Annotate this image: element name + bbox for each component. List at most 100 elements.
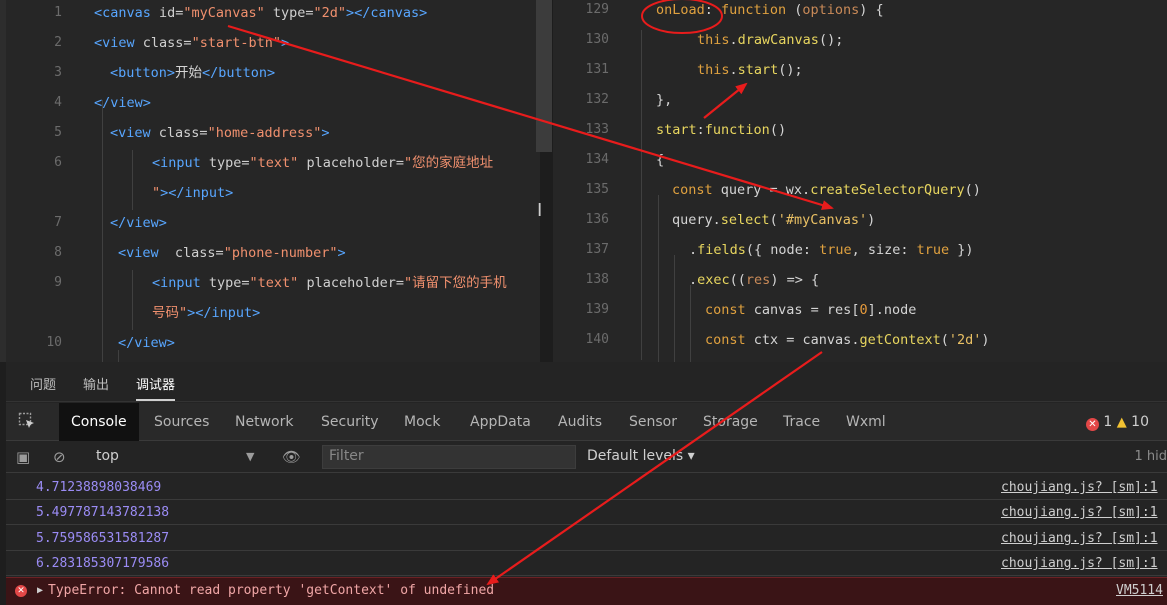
warning-count: 10 (1131, 414, 1149, 430)
code-line[interactable]: 6 <input type="text" placeholder="您的家庭地址 (6, 148, 540, 178)
code-line[interactable]: 137 .fields({ node: true, size: true }) (553, 235, 1167, 265)
error-source-link[interactable]: VM5114 (1116, 578, 1163, 604)
right-editor-pane[interactable]: 129 onLoad: function (options) {130 this.d… (553, 0, 1167, 362)
log-source-link[interactable]: choujiang.js? [sm]:1 (1001, 551, 1158, 576)
code-text: { (656, 152, 665, 168)
code-line[interactable]: 129 onLoad: function (options) { (553, 0, 1167, 25)
tab-security[interactable]: Security (321, 414, 379, 430)
error-message: TypeError: Cannot read property 'getCont… (48, 583, 495, 598)
tab-mock[interactable]: Mock (404, 414, 440, 430)
tab-network[interactable]: Network (235, 414, 293, 430)
error-log-row[interactable]: ✕ ▶ TypeError: Cannot read property 'get… (6, 577, 1167, 605)
code-text: .exec((res) => { (689, 272, 820, 288)
code-line[interactable]: 1 <canvas id="myCanvas" type="2d"></canva… (6, 0, 540, 28)
line-number: 132 (585, 92, 609, 107)
code-line[interactable]: 138 .exec((res) => { (553, 265, 1167, 295)
hidden-count: 1 hid (1134, 449, 1167, 464)
tab-debugger[interactable]: 调试器 (136, 374, 176, 401)
text-cursor-icon: Ⅰ (537, 200, 543, 221)
log-value: 4.71238898038469 (36, 480, 162, 495)
error-count: 1 (1103, 414, 1113, 430)
code-line[interactable]: 133 start:function() (553, 115, 1167, 145)
code-line[interactable]: 4 </view> (6, 88, 540, 118)
log-source-link[interactable]: choujiang.js? [sm]:1 (1001, 475, 1158, 500)
sidebar-toggle-icon[interactable]: ▣ (16, 448, 30, 466)
code-text: <view class="phone-number"> (118, 245, 346, 261)
left-scrollbar[interactable] (536, 0, 552, 152)
line-number: 6 (54, 155, 62, 170)
code-text: 号码"></input> (152, 305, 261, 321)
code-line[interactable]: 2 <view class="start-btn"> (6, 28, 540, 58)
log-source-link[interactable]: choujiang.js? [sm]:1 (1001, 500, 1158, 525)
error-icon: ✕ (1085, 418, 1099, 431)
expand-triangle-icon[interactable]: ▶ (37, 578, 43, 604)
line-number: 4 (54, 95, 62, 110)
tab-appdata[interactable]: AppData (470, 414, 531, 430)
indent-guide (658, 195, 659, 362)
issue-counters[interactable]: ✕ 1 ▲ 10 (1085, 414, 1149, 431)
code-text: const ctx = canvas.getContext('2d') (705, 332, 990, 348)
code-line[interactable]: 3 <button>开始</button> (6, 58, 540, 88)
code-line[interactable]: 号码"></input> (6, 298, 540, 328)
line-number: 135 (585, 182, 609, 197)
code-line[interactable]: "></input> (6, 178, 540, 208)
tab-trace[interactable]: Trace (783, 414, 820, 430)
code-text: <input type="text" placeholder="请留下您的手机 (152, 275, 507, 291)
code-text: .fields({ node: true, size: true }) (689, 242, 974, 258)
line-number: 131 (585, 62, 609, 77)
code-line[interactable]: 135 const query = wx.createSelectorQuery(… (553, 175, 1167, 205)
code-line[interactable]: 140 const ctx = canvas.getContext('2d') (553, 325, 1167, 355)
line-number: 5 (54, 125, 62, 140)
log-levels-select[interactable]: Default levels ▾ (587, 448, 695, 464)
log-source-link[interactable]: choujiang.js? [sm]:1 (1001, 526, 1158, 551)
line-number: 2 (54, 35, 62, 50)
inspect-element-icon[interactable] (18, 412, 36, 430)
log-value: 6.283185307179586 (36, 556, 170, 571)
code-line[interactable]: 136 query.select('#myCanvas') (553, 205, 1167, 235)
code-text: this.start(); (697, 62, 803, 78)
chevron-down-icon[interactable]: ▼ (246, 450, 254, 463)
code-line[interactable]: 130 this.drawCanvas(); (553, 25, 1167, 55)
eye-icon[interactable]: 👁 (282, 448, 301, 466)
code-text: start:function() (656, 122, 787, 138)
tab-sources[interactable]: Sources (154, 414, 209, 430)
code-line[interactable]: 5 <view class="home-address"> (6, 118, 540, 148)
code-text: </view> (118, 335, 175, 351)
log-row: 5.497787143782138 choujiang.js? [sm]:1 (6, 500, 1167, 525)
line-number: 3 (54, 65, 62, 80)
tab-console[interactable]: Console (59, 403, 139, 441)
line-number: 7 (54, 215, 62, 230)
tab-output[interactable]: 输出 (83, 374, 109, 393)
code-text: }, (656, 92, 673, 108)
warning-icon: ▲ (1116, 415, 1127, 430)
line-number: 140 (585, 332, 609, 347)
log-levels-label: Default levels (587, 448, 684, 464)
line-number: 130 (585, 32, 609, 47)
code-line[interactable]: 134 { (553, 145, 1167, 175)
code-line[interactable]: 9 <input type="text" placeholder="请留下您的手机 (6, 268, 540, 298)
tab-audits[interactable]: Audits (558, 414, 602, 430)
code-text: "></input> (152, 185, 234, 201)
left-editor-pane[interactable]: 1 <canvas id="myCanvas" type="2d"></canva… (0, 0, 540, 362)
panel-tabs: 问题 输出 调试器 (6, 362, 1167, 402)
filter-input[interactable]: Filter (322, 445, 576, 469)
code-line[interactable]: 8 <view class="phone-number"> (6, 238, 540, 268)
code-line[interactable]: 7 </view> (6, 208, 540, 238)
code-line[interactable]: 139 const canvas = res[0].node (553, 295, 1167, 325)
tab-wxml[interactable]: Wxml (846, 414, 886, 430)
code-text: </view> (110, 215, 167, 231)
code-text: <view class="home-address"> (110, 125, 330, 141)
code-line[interactable]: 10 </view> (6, 328, 540, 358)
line-number: 137 (585, 242, 609, 257)
code-line[interactable]: 131 this.start(); (553, 55, 1167, 85)
tab-sensor[interactable]: Sensor (629, 414, 677, 430)
tab-storage[interactable]: Storage (703, 414, 758, 430)
code-line[interactable]: 132}, (553, 85, 1167, 115)
context-select[interactable]: top (96, 448, 119, 464)
indent-guide (132, 270, 133, 330)
log-value: 5.759586531581287 (36, 531, 170, 546)
clear-console-icon[interactable]: ⊘ (53, 448, 66, 466)
indent-guide (132, 150, 133, 210)
tab-problems[interactable]: 问题 (30, 374, 56, 393)
console-toolbar: ▣ ⊘ top ▼ 👁 Filter Default levels ▾ 1 hi… (6, 441, 1167, 473)
